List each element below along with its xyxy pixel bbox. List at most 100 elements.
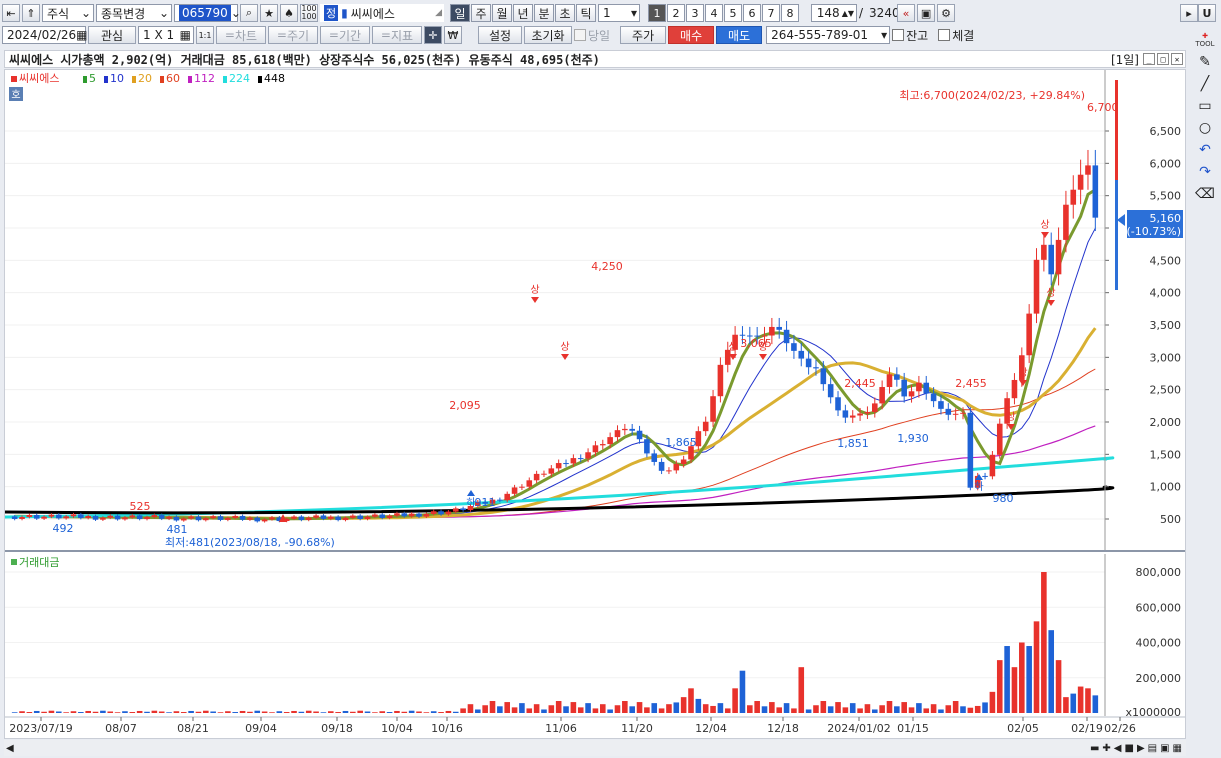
search-icon[interactable]: ⌕: [240, 4, 258, 22]
page-button[interactable]: 1: [648, 4, 666, 22]
star-icon[interactable]: ★: [260, 4, 278, 22]
volume-bar: [526, 708, 533, 713]
account-select[interactable]: 264-555-789-01 ▾: [766, 26, 891, 44]
tool-menu-icon[interactable]: ✚ TOOL: [1194, 30, 1216, 50]
interval-select[interactable]: 1 ▾: [598, 4, 640, 22]
zoom-out-icon[interactable]: ▬: [1090, 743, 1099, 754]
save-icon[interactable]: ▣: [1160, 743, 1169, 754]
tab-indicator[interactable]: = 지표: [372, 26, 422, 44]
candle-body: [952, 413, 959, 415]
candle-body: [563, 463, 569, 465]
ratio-button[interactable]: 1:1: [196, 26, 214, 44]
candle-body: [849, 415, 856, 418]
tf-week[interactable]: 주: [471, 4, 491, 22]
user-icon[interactable]: U: [1198, 4, 1216, 22]
chart-svg[interactable]: 6,5006,0005,5005,0004,5004,0003,5003,000…: [5, 70, 1185, 738]
scroll-left-icon[interactable]: ◀: [6, 743, 14, 754]
reset-button[interactable]: 초기화: [524, 26, 572, 44]
bottom-scrollbar[interactable]: ◀ ▬ ✚ ◀ ■ ▶ ▤ ▣ ▦: [4, 740, 1186, 756]
pencil-icon[interactable]: ✎: [1194, 52, 1216, 72]
page-button[interactable]: 3: [686, 4, 704, 22]
favorite-menu-icon[interactable]: ♠: [280, 4, 298, 22]
gear-icon[interactable]: ⚙: [937, 4, 956, 22]
page-button[interactable]: 6: [743, 4, 761, 22]
volume-bar: [195, 711, 202, 713]
today-checkbox[interactable]: 당일: [574, 27, 610, 44]
market-select[interactable]: 주식 ⌄: [42, 4, 94, 22]
price-tick-label: 5,500: [1150, 190, 1182, 203]
buy-button[interactable]: 매수: [668, 26, 715, 44]
delete-all-icon[interactable]: ⌫: [1194, 184, 1216, 204]
page-button[interactable]: 7: [762, 4, 780, 22]
settings-button[interactable]: 설정: [478, 26, 522, 44]
redo-icon[interactable]: ↷: [1194, 162, 1216, 182]
grid-layout-select[interactable]: 1 X 1 ▦: [138, 26, 194, 44]
pin-icon[interactable]: ⇤: [2, 4, 20, 22]
tf-month[interactable]: 월: [492, 4, 512, 22]
page-button[interactable]: 5: [724, 4, 742, 22]
balance-checkbox[interactable]: 잔고: [892, 27, 928, 44]
tf-minute[interactable]: 분: [534, 4, 554, 22]
volume-bar: [702, 704, 709, 713]
candle-body: [996, 423, 1003, 455]
maximize-icon[interactable]: □: [1157, 53, 1169, 65]
candle-body: [776, 326, 783, 330]
date-label: 08/21: [177, 722, 209, 735]
expand-icon[interactable]: ▦: [1173, 743, 1182, 754]
count-input[interactable]: 148 ▲▼: [811, 4, 857, 22]
save-icon[interactable]: ▣: [917, 4, 936, 22]
next-icon[interactable]: ▶: [1137, 743, 1145, 754]
undo-icon[interactable]: ↶: [1194, 140, 1216, 160]
page-button[interactable]: 2: [667, 4, 685, 22]
volume-bar: [842, 707, 849, 713]
tf-day[interactable]: 일: [450, 4, 470, 22]
candle-body: [151, 515, 158, 518]
line-icon[interactable]: ╱: [1194, 74, 1216, 94]
close-icon[interactable]: ✕: [1171, 53, 1183, 65]
candle-body: [430, 511, 437, 514]
won-icon[interactable]: ₩: [444, 26, 462, 44]
stop-icon[interactable]: ■: [1124, 743, 1133, 754]
sell-button[interactable]: 매도: [716, 26, 763, 44]
stock-change-select[interactable]: 종목변경 ⌄: [96, 4, 172, 22]
price-button[interactable]: 주가: [620, 26, 667, 44]
tab-period[interactable]: = 주기: [268, 26, 318, 44]
top-icon[interactable]: ⇑: [22, 4, 40, 22]
candle-body: [394, 513, 400, 516]
chart-area[interactable]: 6,5006,0005,5005,0004,5004,0003,5003,000…: [4, 69, 1186, 739]
tf-year[interactable]: 년: [513, 4, 533, 22]
candle-body: [452, 508, 459, 512]
volume-bar: [276, 711, 283, 713]
filled-checkbox[interactable]: 체결: [938, 27, 974, 44]
watch-button[interactable]: 관심: [88, 26, 136, 44]
candle-body: [423, 513, 430, 517]
print-icon[interactable]: ▤: [1148, 743, 1157, 754]
tab-range[interactable]: = 기간: [320, 26, 370, 44]
candle-body: [63, 516, 69, 519]
page-button[interactable]: 4: [705, 4, 723, 22]
circle-icon[interactable]: ○: [1194, 118, 1216, 138]
price-label: 2,445: [844, 377, 876, 390]
today-label: 당일: [588, 28, 611, 43]
date-input[interactable]: 2024/02/26 ▦: [2, 26, 88, 44]
prev-icon[interactable]: ◀: [1114, 743, 1122, 754]
minimize-icon[interactable]: _: [1143, 53, 1155, 65]
current-change: (-10.73%): [1127, 225, 1182, 238]
tf-tick[interactable]: 틱: [576, 4, 596, 22]
price-label: 492: [53, 522, 74, 535]
candle-body: [173, 516, 180, 521]
rewind-icon[interactable]: «: [897, 4, 916, 22]
zoom-in-icon[interactable]: ✚: [1102, 743, 1110, 754]
code-input[interactable]: 065790 ⌄: [174, 4, 241, 22]
collapse-icon[interactable]: ▸: [1180, 4, 1198, 22]
candle-body: [842, 410, 849, 418]
stock-name-field: 정 ▮ 씨씨에스 ◢: [320, 4, 444, 22]
volume-bar: [989, 691, 996, 713]
volume-bar: [129, 712, 136, 713]
list-icon[interactable]: 100 100: [300, 4, 318, 22]
crosshair-icon[interactable]: ✛: [424, 26, 442, 44]
rectangle-icon[interactable]: ▭: [1194, 96, 1216, 116]
tf-second[interactable]: 초: [555, 4, 575, 22]
tab-chart[interactable]: = 차트: [216, 26, 266, 44]
page-button[interactable]: 8: [781, 4, 799, 22]
